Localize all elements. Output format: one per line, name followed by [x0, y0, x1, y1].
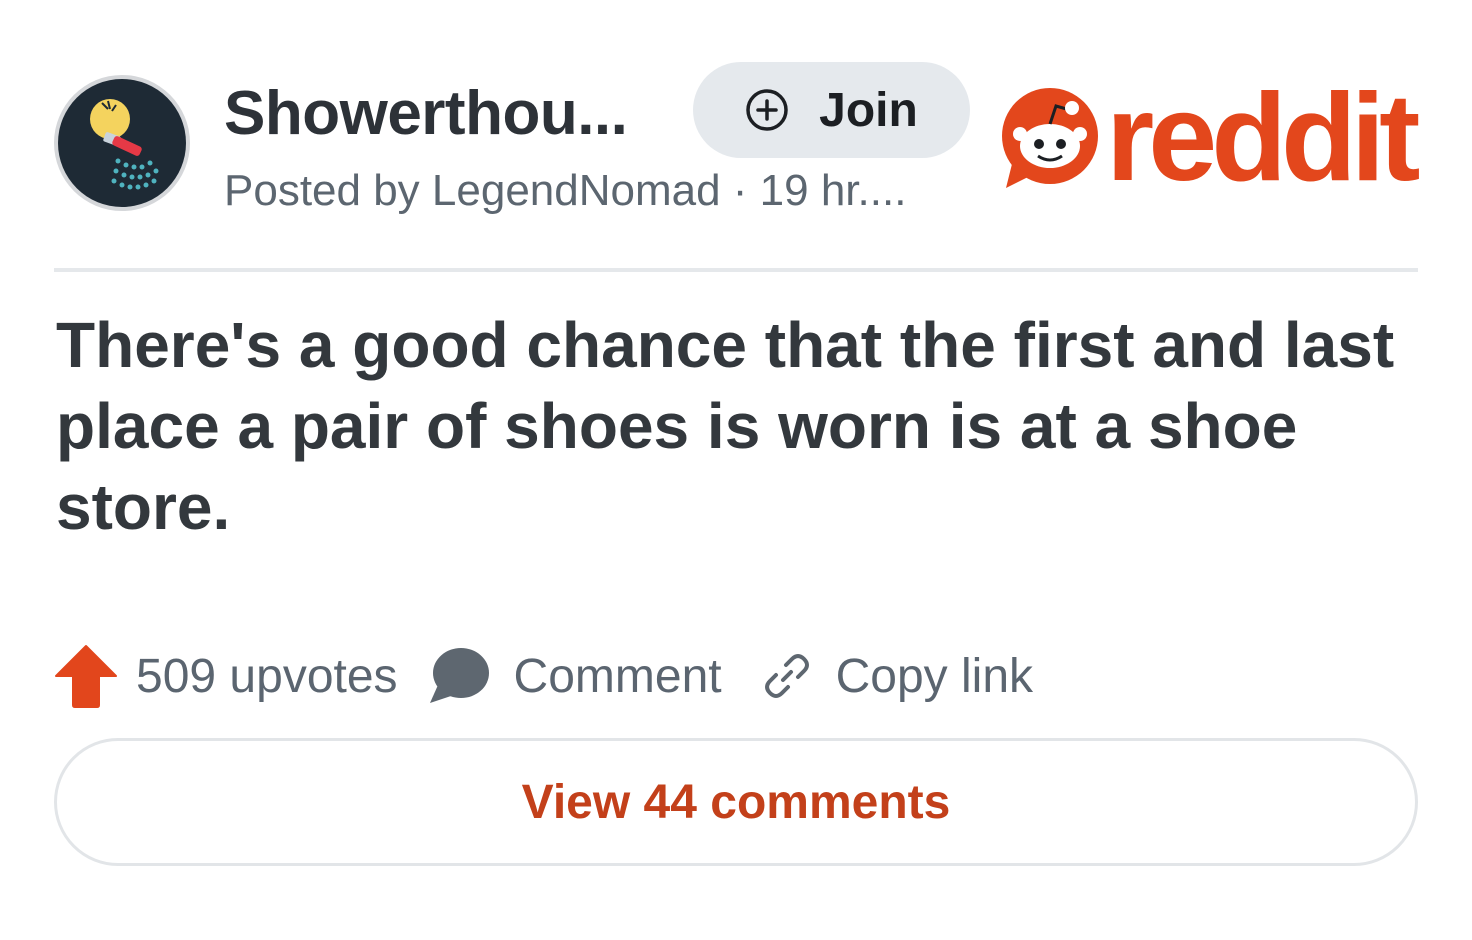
speech-bubble-icon: [429, 648, 489, 703]
lightbulb-shower-icon: [58, 79, 186, 207]
link-icon: [764, 654, 809, 698]
plus-circle-icon: [746, 89, 788, 131]
copy-link-label: Copy link: [835, 649, 1034, 703]
comment-label: Comment: [513, 649, 722, 703]
comment-button[interactable]: Comment: [398, 645, 722, 707]
copy-link-button[interactable]: Copy link: [722, 649, 1033, 704]
upvote-count: 509 upvotes: [136, 649, 398, 703]
join-label: Join: [819, 83, 918, 137]
subreddit-avatar[interactable]: [54, 75, 190, 211]
view-comments-button[interactable]: View 44 comments: [54, 738, 1418, 866]
reddit-snoo-icon: [1002, 88, 1098, 188]
post-actions: 509 upvotes Comment Copy link: [54, 636, 1033, 716]
reddit-post-card: Showerthou... Posted by LegendNomad · 19…: [0, 0, 1472, 940]
upvote-button[interactable]: 509 upvotes: [54, 643, 398, 709]
view-comments-label: View 44 comments: [521, 775, 951, 829]
upvote-arrow-icon: [55, 645, 117, 708]
post-title[interactable]: There's a good chance that the first and…: [56, 305, 1446, 548]
divider: [54, 268, 1418, 272]
join-button[interactable]: Join: [693, 62, 970, 158]
reddit-wordmark: reddit: [1106, 69, 1420, 207]
subreddit-name[interactable]: Showerthou...: [224, 78, 628, 149]
post-meta: Posted by LegendNomad · 19 hr....: [224, 166, 907, 215]
